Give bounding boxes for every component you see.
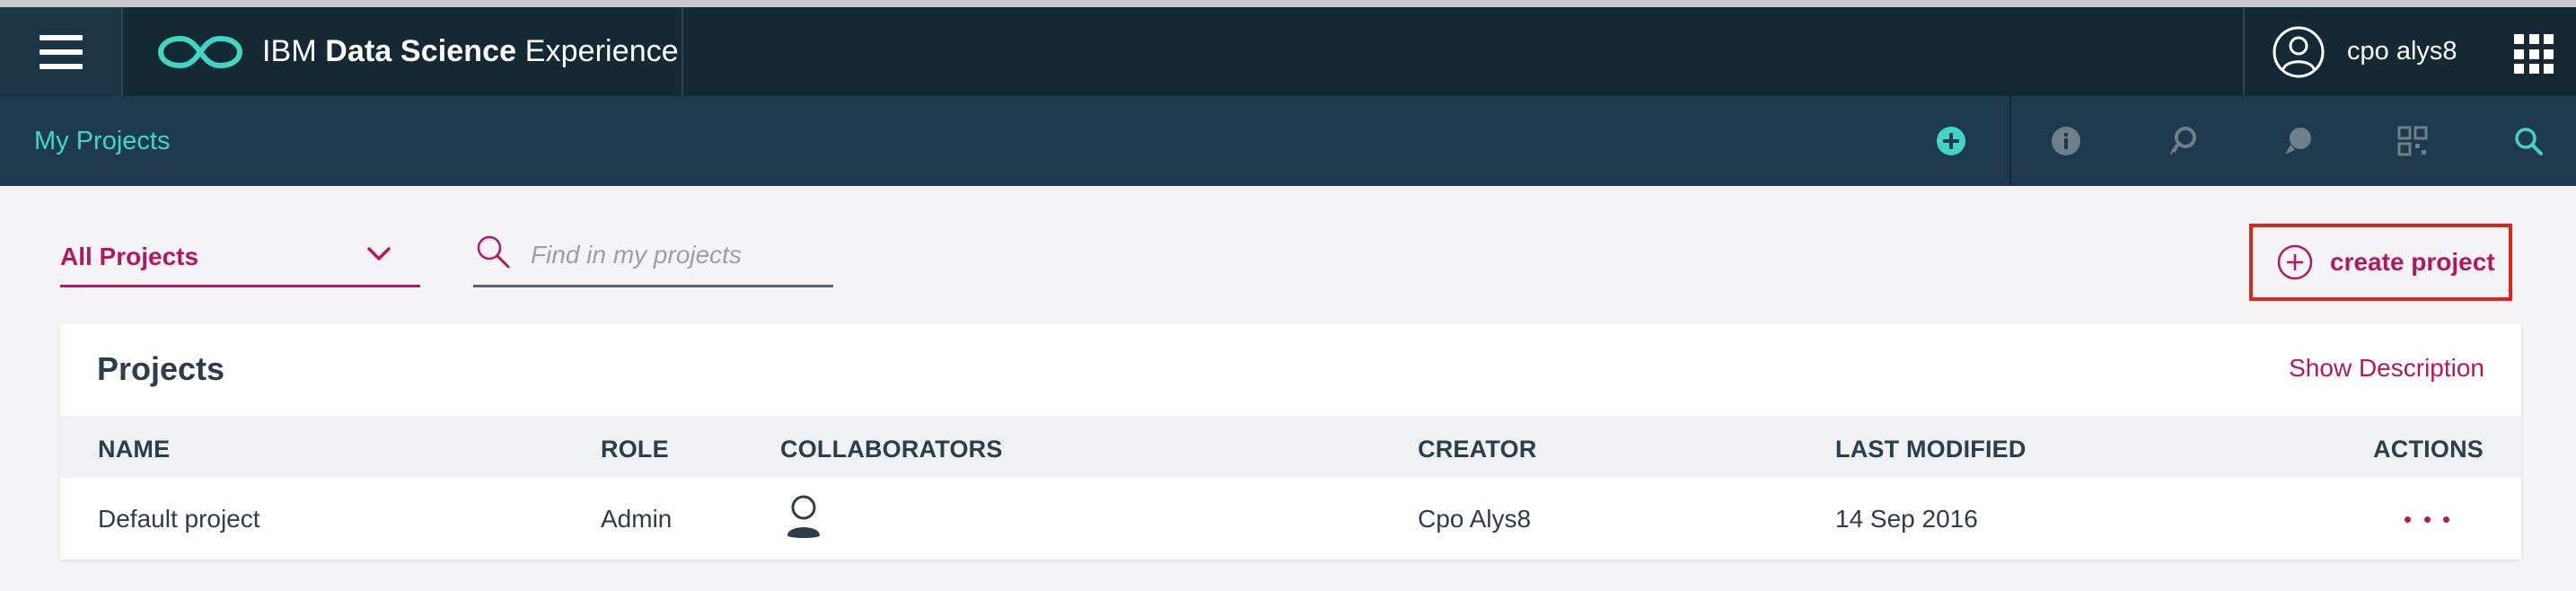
hamburger-menu-button[interactable] — [0, 7, 123, 96]
column-header-creator[interactable]: CREATOR — [1418, 436, 1536, 463]
find-data-icon[interactable] — [2167, 125, 2199, 157]
project-name-link[interactable]: Default project — [98, 505, 260, 534]
browser-chrome-strip — [0, 0, 2576, 7]
header-divider — [681, 7, 683, 96]
project-search — [473, 228, 833, 287]
hamburger-icon — [39, 34, 83, 69]
table-row[interactable]: Default project Admin Cpo Alys8 14 Sep 2… — [60, 478, 2521, 560]
create-project-label: create project — [2330, 248, 2495, 276]
info-icon[interactable] — [2050, 125, 2082, 157]
chevron-down-icon — [367, 247, 391, 260]
user-menu[interactable]: cpo alys8 — [2272, 7, 2457, 96]
column-header-actions: ACTIONS — [2373, 436, 2484, 463]
header-divider — [2243, 7, 2245, 96]
app-switcher-grid-icon[interactable] — [2514, 34, 2554, 74]
project-role: Admin — [601, 505, 673, 533]
user-name: cpo alys8 — [2347, 37, 2457, 66]
assets-grid-icon[interactable] — [2396, 125, 2429, 157]
table-header: NAME ROLE COLLABORATORS CREATOR LAST MOD… — [60, 416, 2521, 478]
user-avatar-icon — [2273, 26, 2325, 77]
project-filter-dropdown[interactable]: All Projects — [60, 228, 420, 287]
project-last-modified: 14 Sep 2016 — [1835, 505, 1978, 533]
more-options-icon[interactable] — [2405, 501, 2449, 537]
person-icon[interactable] — [786, 494, 822, 541]
search-icon[interactable] — [2512, 125, 2545, 157]
projects-panel: Projects Show Description NAME ROLE COLL… — [60, 323, 2521, 560]
brand[interactable]: IBM Data Science Experience — [156, 7, 679, 96]
show-description-link[interactable]: Show Description — [2289, 354, 2484, 383]
sub-header: My Projects — [0, 96, 2576, 186]
project-filter-value: All Projects — [60, 243, 199, 270]
column-header-role[interactable]: ROLE — [601, 436, 669, 463]
top-header: IBM Data Science Experience cpo alys8 — [0, 7, 2576, 96]
community-icon[interactable] — [2281, 125, 2314, 157]
add-circle-icon[interactable] — [1935, 125, 1967, 157]
project-creator: Cpo Alys8 — [1418, 505, 1532, 533]
app-title: IBM Data Science Experience — [262, 34, 679, 68]
column-header-name[interactable]: NAME — [98, 436, 170, 463]
toolbar-divider — [2009, 96, 2011, 186]
column-header-collaborators: COLLABORATORS — [780, 436, 1003, 463]
search-icon — [477, 235, 510, 269]
breadcrumb-my-projects[interactable]: My Projects — [34, 96, 170, 186]
infinity-logo-icon — [158, 35, 242, 68]
add-circle-icon — [2277, 244, 2313, 280]
search-input[interactable] — [531, 237, 827, 273]
column-header-last-modified[interactable]: LAST MODIFIED — [1835, 436, 2027, 463]
create-project-button[interactable]: create project — [2249, 224, 2512, 301]
panel-title: Projects — [97, 350, 225, 387]
